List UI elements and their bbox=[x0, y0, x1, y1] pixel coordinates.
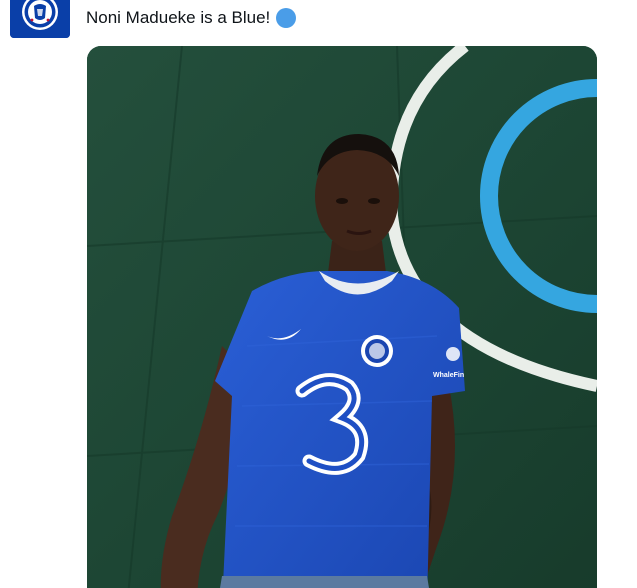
sleeve-sponsor-text: WhaleFin bbox=[433, 372, 465, 379]
tweet-photo[interactable]: WhaleFin bbox=[87, 46, 597, 588]
tweet: Noni Madueke is a Blue! WhaleFin bbox=[0, 0, 637, 588]
tweet-text: Noni Madueke is a Blue! bbox=[86, 8, 271, 27]
tweet-text-row: Noni Madueke is a Blue! bbox=[86, 6, 297, 30]
chelsea-crest-icon bbox=[10, 0, 70, 38]
photo-player-in-kit bbox=[87, 46, 597, 588]
blue-circle-emoji bbox=[276, 8, 297, 28]
avatar[interactable] bbox=[10, 0, 70, 38]
